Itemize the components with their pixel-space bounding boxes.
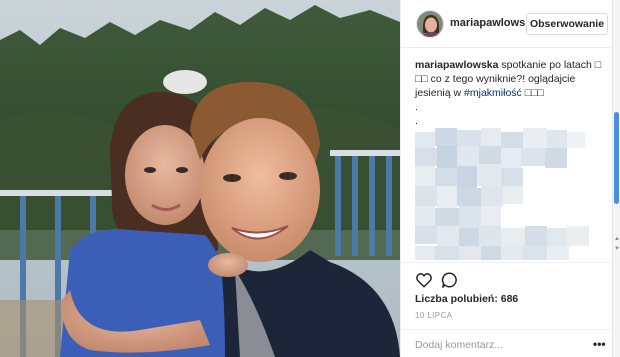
scrollbar-thumb[interactable]: [614, 112, 619, 204]
post-details-panel: mariapawlowsl Obserwowanie mariapawlowsk…: [400, 0, 613, 357]
post-photo[interactable]: [0, 0, 400, 357]
comment-input[interactable]: [415, 337, 575, 353]
scroll-up-arrow-icon[interactable]: ▲: [614, 236, 620, 242]
caption-username-link[interactable]: mariapawlowska: [415, 59, 498, 71]
post-actions: Liczba polubień: 686 10 LIPCA •••: [401, 262, 613, 357]
scroll-down-arrow-icon[interactable]: ▼: [614, 246, 620, 252]
comment-section: •••: [401, 329, 613, 357]
username-link[interactable]: mariapawlowsl: [450, 17, 528, 29]
scrollbar[interactable]: ▲ ▼: [612, 0, 620, 357]
comment-icon[interactable]: [441, 271, 459, 289]
likes-count[interactable]: Liczba polubień: 686: [415, 293, 518, 305]
caption-text: spotkanie po latach □: [498, 59, 602, 71]
heart-icon[interactable]: [415, 271, 433, 289]
caption-dot: .: [415, 115, 418, 127]
avatar[interactable]: [416, 10, 444, 38]
blurred-content: [415, 128, 593, 260]
photo-illustration: [0, 0, 400, 357]
post-date: 10 LIPCA: [415, 311, 453, 320]
post-header: mariapawlowsl Obserwowanie: [401, 0, 613, 48]
avatar-image: [417, 11, 443, 37]
post-caption: mariapawlowska spotkanie po latach □ □□ …: [415, 58, 605, 128]
follow-button[interactable]: Obserwowanie: [526, 13, 608, 35]
caption-dot: .: [415, 101, 418, 113]
caption-text-end: □□□: [521, 87, 544, 99]
pixelated-overlay: [415, 128, 593, 260]
hashtag-link[interactable]: #mjakmiłość: [464, 87, 522, 99]
more-options-icon[interactable]: •••: [593, 337, 606, 351]
